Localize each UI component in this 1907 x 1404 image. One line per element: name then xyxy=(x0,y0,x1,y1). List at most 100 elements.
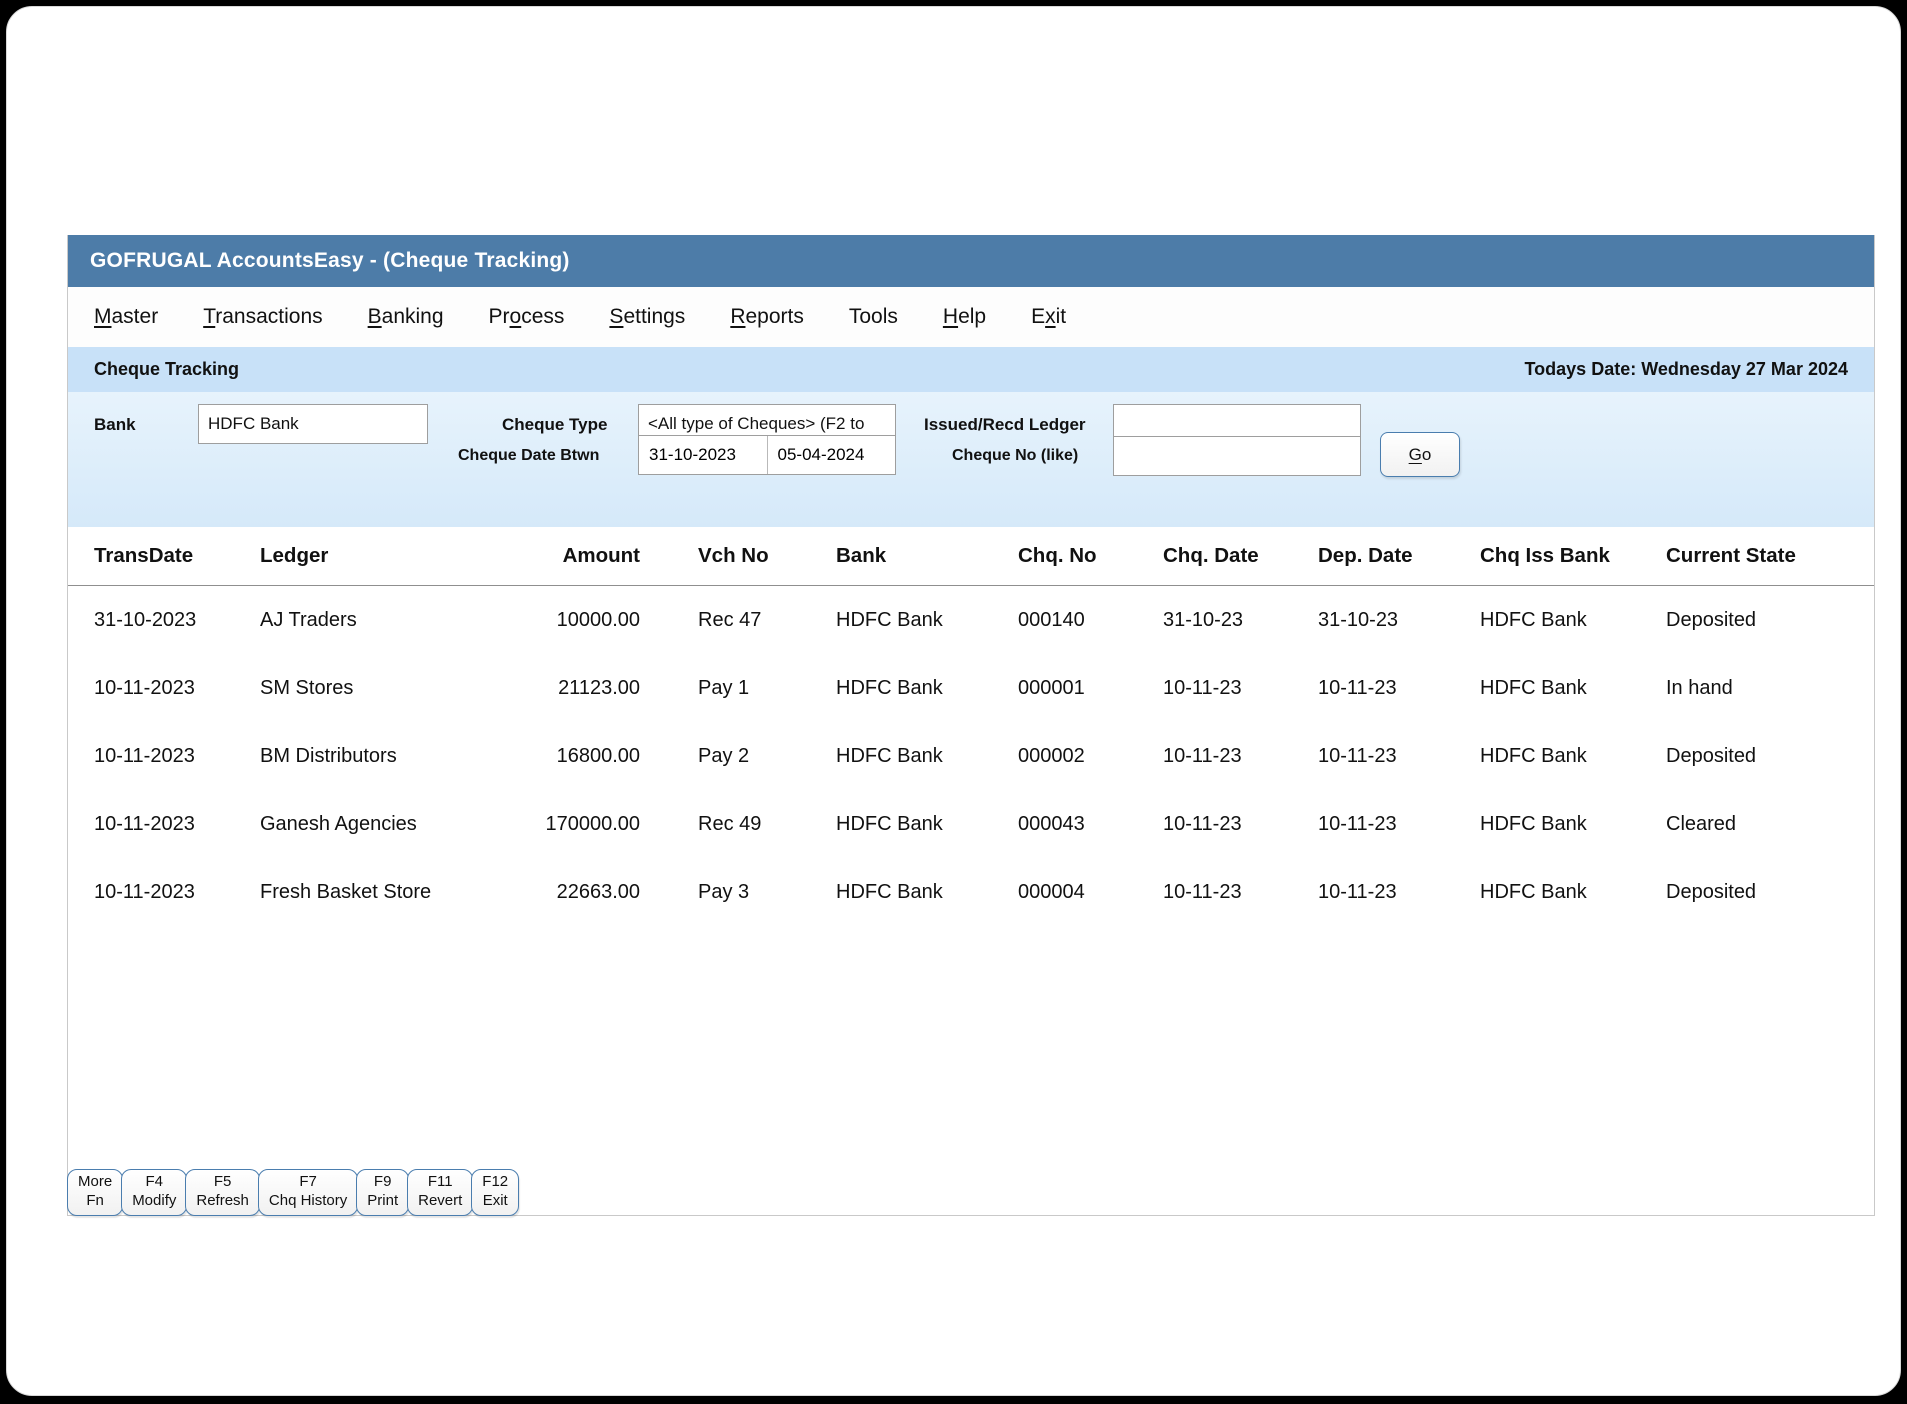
table-cell: 10-11-23 xyxy=(1163,881,1318,904)
menu-item-transactions[interactable]: Transactions xyxy=(203,305,322,329)
table-row[interactable]: 10-11-2023SM Stores21123.00Pay 1HDFC Ban… xyxy=(68,654,1874,722)
column-header-transdate: TransDate xyxy=(94,544,260,568)
table-cell: 10-11-23 xyxy=(1318,677,1480,700)
table-cell: 16800.00 xyxy=(460,745,640,768)
table-cell: 170000.00 xyxy=(460,813,640,836)
cheque-type-label: Cheque Type xyxy=(502,415,607,435)
menu-item-help[interactable]: Help xyxy=(943,305,986,329)
table-cell: 10-11-23 xyxy=(1163,745,1318,768)
function-button-f12-exit[interactable]: F12Exit xyxy=(471,1169,519,1216)
table-cell: HDFC Bank xyxy=(836,677,1018,700)
table-row[interactable]: 10-11-2023BM Distributors16800.00Pay 2HD… xyxy=(68,722,1874,790)
table-cell: 10-11-2023 xyxy=(94,813,260,836)
go-button[interactable]: Go xyxy=(1380,432,1460,477)
table-cell: BM Distributors xyxy=(260,745,460,768)
table-cell: Deposited xyxy=(1666,609,1856,632)
table-cell: 10-11-2023 xyxy=(94,881,260,904)
menu-item-tools[interactable]: Tools xyxy=(849,305,898,329)
table-cell: In hand xyxy=(1666,677,1856,700)
menu-item-settings[interactable]: Settings xyxy=(609,305,685,329)
function-button-key: More xyxy=(78,1173,112,1192)
table-row[interactable]: 10-11-2023Ganesh Agencies170000.00Rec 49… xyxy=(68,790,1874,858)
function-button-key: F9 xyxy=(374,1173,392,1192)
function-button-key: F11 xyxy=(428,1173,453,1192)
column-header-chq-date: Chq. Date xyxy=(1163,544,1318,568)
footer-bar: MoreFnF4ModifyF5RefreshF7Chq HistoryF9Pr… xyxy=(67,1169,517,1216)
function-button-label: Modify xyxy=(132,1192,176,1211)
desktop-page: GOFRUGAL AccountsEasy - (Cheque Tracking… xyxy=(6,6,1901,1396)
menu-item-banking[interactable]: Banking xyxy=(368,305,444,329)
page-title: Cheque Tracking xyxy=(94,359,239,380)
cheque-date-from-input[interactable] xyxy=(639,436,767,474)
function-button-label: Revert xyxy=(418,1192,462,1211)
table-cell: 10-11-23 xyxy=(1318,745,1480,768)
table-cell: 31-10-23 xyxy=(1163,609,1318,632)
table-cell: AJ Traders xyxy=(260,609,460,632)
column-header-amount: Amount xyxy=(460,544,640,568)
table-cell: HDFC Bank xyxy=(836,813,1018,836)
table-cell: Pay 2 xyxy=(640,745,836,768)
table-cell: HDFC Bank xyxy=(1480,813,1666,836)
table-cell: Rec 47 xyxy=(640,609,836,632)
menu-item-master[interactable]: Master xyxy=(94,305,158,329)
column-header-vch-no: Vch No xyxy=(640,544,836,568)
function-button-more-fn[interactable]: MoreFn xyxy=(67,1169,123,1216)
table-cell: 10-11-2023 xyxy=(94,745,260,768)
table-cell: 000004 xyxy=(1018,881,1163,904)
table-cell: 10000.00 xyxy=(460,609,640,632)
app-window: GOFRUGAL AccountsEasy - (Cheque Tracking… xyxy=(67,235,1875,1216)
table-cell: 000001 xyxy=(1018,677,1163,700)
menu-item-process[interactable]: Process xyxy=(489,305,565,329)
table-cell: 10-11-2023 xyxy=(94,677,260,700)
table-cell: SM Stores xyxy=(260,677,460,700)
table-cell: HDFC Bank xyxy=(836,609,1018,632)
function-button-f5-refresh[interactable]: F5Refresh xyxy=(185,1169,260,1216)
bank-label: Bank xyxy=(94,415,136,435)
filter-panel: Bank Cheque Type Issued/Recd Ledger Cheq… xyxy=(68,392,1874,527)
table-cell: HDFC Bank xyxy=(1480,677,1666,700)
cheque-no-like-label: Cheque No (like) xyxy=(952,447,1078,465)
section-bar: Cheque Tracking Todays Date: Wednesday 2… xyxy=(68,347,1874,392)
function-button-f7-chq-history[interactable]: F7Chq History xyxy=(258,1169,358,1216)
cheque-no-input[interactable] xyxy=(1113,436,1361,476)
menu-bar: Master Transactions Banking Process Settings… xyxy=(68,287,1874,347)
table-cell: 000043 xyxy=(1018,813,1163,836)
function-button-f11-revert[interactable]: F11Revert xyxy=(407,1169,473,1216)
menu-item-exit[interactable]: Exit xyxy=(1031,305,1066,329)
table-cell: 21123.00 xyxy=(460,677,640,700)
table-cell: Fresh Basket Store xyxy=(260,881,460,904)
column-header-bank: Bank xyxy=(836,544,1018,568)
table-cell: HDFC Bank xyxy=(836,745,1018,768)
function-button-label: Refresh xyxy=(196,1192,249,1211)
table-row[interactable]: 31-10-2023AJ Traders10000.00Rec 47HDFC B… xyxy=(68,586,1874,654)
table-cell: 000140 xyxy=(1018,609,1163,632)
todays-date: Todays Date: Wednesday 27 Mar 2024 xyxy=(1525,359,1848,380)
table-header: TransDateLedgerAmountVch NoBankChq. NoCh… xyxy=(68,527,1874,586)
cheque-date-to-input[interactable] xyxy=(768,436,896,474)
table-cell: 31-10-23 xyxy=(1318,609,1480,632)
table-row[interactable]: 10-11-2023Fresh Basket Store22663.00Pay … xyxy=(68,858,1874,926)
column-header-chq-no: Chq. No xyxy=(1018,544,1163,568)
table-cell: Deposited xyxy=(1666,745,1856,768)
table-cell: 10-11-23 xyxy=(1318,813,1480,836)
function-button-key: F12 xyxy=(482,1173,508,1192)
table-cell: 10-11-23 xyxy=(1318,881,1480,904)
issued-recd-ledger-label: Issued/Recd Ledger xyxy=(924,415,1086,435)
table-cell: Rec 49 xyxy=(640,813,836,836)
function-button-key: F4 xyxy=(146,1173,164,1192)
column-header-chq-iss-bank: Chq Iss Bank xyxy=(1480,544,1666,568)
function-button-label: Exit xyxy=(483,1192,508,1211)
column-header-ledger: Ledger xyxy=(260,544,460,568)
title-bar: GOFRUGAL AccountsEasy - (Cheque Tracking… xyxy=(68,235,1874,287)
bank-input[interactable] xyxy=(198,404,428,444)
function-button-f4-modify[interactable]: F4Modify xyxy=(121,1169,187,1216)
cheque-date-btwn-label: Cheque Date Btwn xyxy=(458,447,599,465)
table-cell: 10-11-23 xyxy=(1163,813,1318,836)
window-title: GOFRUGAL AccountsEasy - (Cheque Tracking… xyxy=(90,249,570,273)
function-button-f9-print[interactable]: F9Print xyxy=(356,1169,409,1216)
table-cell: HDFC Bank xyxy=(836,881,1018,904)
table-cell: 31-10-2023 xyxy=(94,609,260,632)
table-cell: HDFC Bank xyxy=(1480,745,1666,768)
menu-item-reports[interactable]: Reports xyxy=(730,305,804,329)
table-cell: HDFC Bank xyxy=(1480,609,1666,632)
